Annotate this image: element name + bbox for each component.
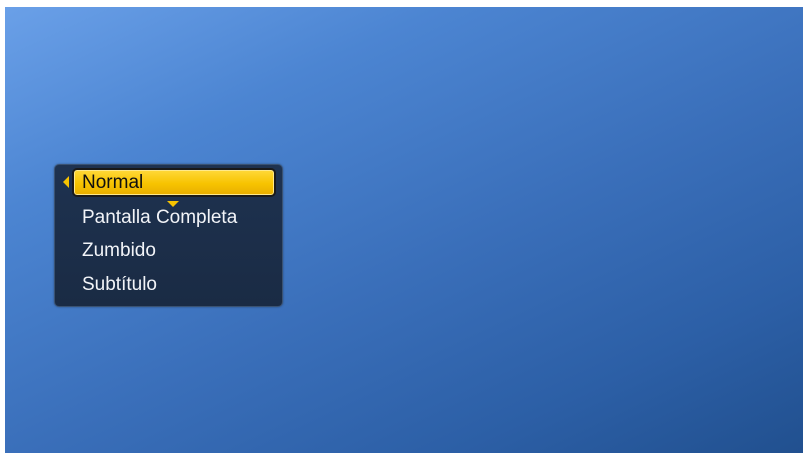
triangle-left-icon[interactable] — [63, 176, 69, 188]
menu-item-pantalla-completa[interactable]: Pantalla Completa — [82, 206, 237, 230]
aspect-ratio-menu: Normal Pantalla Completa Zumbido Subtítu… — [54, 164, 283, 307]
menu-item-subtitulo[interactable]: Subtítulo — [82, 273, 157, 297]
tv-screen: Normal Pantalla Completa Zumbido Subtítu… — [5, 7, 803, 453]
menu-item-normal[interactable]: Normal — [82, 171, 143, 195]
menu-item-zumbido[interactable]: Zumbido — [82, 239, 156, 263]
